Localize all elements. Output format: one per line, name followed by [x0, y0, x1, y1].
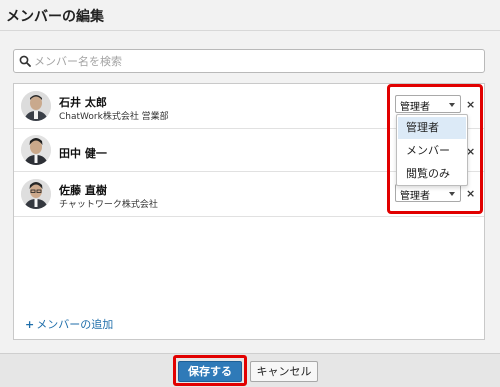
- search-icon: [19, 55, 31, 67]
- person-avatar-icon: [21, 91, 51, 121]
- member-name: 佐藤 直樹: [59, 184, 107, 197]
- add-member-link[interactable]: + メンバーの追加: [25, 316, 113, 332]
- cancel-button[interactable]: キャンセル: [250, 361, 318, 382]
- member-organization: チャットワーク株式会社: [59, 200, 158, 210]
- plus-icon: +: [25, 318, 35, 331]
- chevron-down-icon: [449, 103, 455, 107]
- dialog-title: メンバーの編集: [6, 9, 104, 25]
- role-select[interactable]: 管理者: [395, 95, 461, 113]
- edit-members-dialog: メンバーの編集 石井 太郎 ChatWork株式会社 営業部 管: [0, 0, 500, 387]
- add-member-label: メンバーの追加: [36, 318, 114, 331]
- avatar: [21, 91, 51, 121]
- role-select[interactable]: 管理者: [395, 184, 461, 202]
- role-select-value: 管理者: [400, 191, 430, 202]
- dialog-header: メンバーの編集: [0, 0, 500, 31]
- search-input[interactable]: [34, 53, 474, 69]
- role-select-value: 管理者: [400, 102, 430, 113]
- remove-member-icon[interactable]: ×: [466, 187, 475, 200]
- avatar: [21, 135, 51, 165]
- role-option-member[interactable]: メンバー: [398, 140, 466, 162]
- role-option-admin[interactable]: 管理者: [398, 117, 466, 139]
- remove-member-icon[interactable]: ×: [466, 98, 475, 111]
- member-organization: ChatWork株式会社 営業部: [59, 112, 169, 122]
- person-avatar-icon: [21, 179, 51, 209]
- save-button[interactable]: 保存する: [178, 361, 242, 382]
- role-option-readonly[interactable]: 閲覧のみ: [398, 163, 466, 185]
- member-name: 石井 太郎: [59, 96, 107, 109]
- member-name: 田中 健一: [59, 147, 107, 160]
- person-avatar-icon: [21, 135, 51, 165]
- avatar: [21, 179, 51, 209]
- role-dropdown-menu: 管理者 メンバー 閲覧のみ: [396, 114, 468, 186]
- chevron-down-icon: [449, 192, 455, 196]
- member-search-box[interactable]: [13, 49, 485, 73]
